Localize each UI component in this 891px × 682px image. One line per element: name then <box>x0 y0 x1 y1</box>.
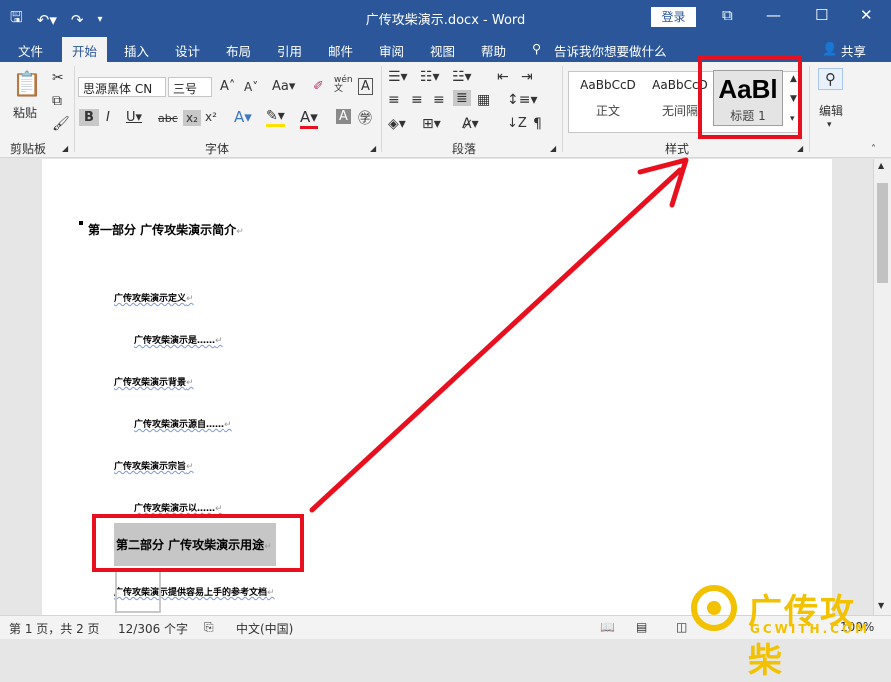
annotation-arrow <box>309 157 689 513</box>
watermark-url: GCWITH.COM <box>750 622 871 636</box>
site-watermark: 广传攻柴 GCWITH.COM <box>688 578 888 681</box>
